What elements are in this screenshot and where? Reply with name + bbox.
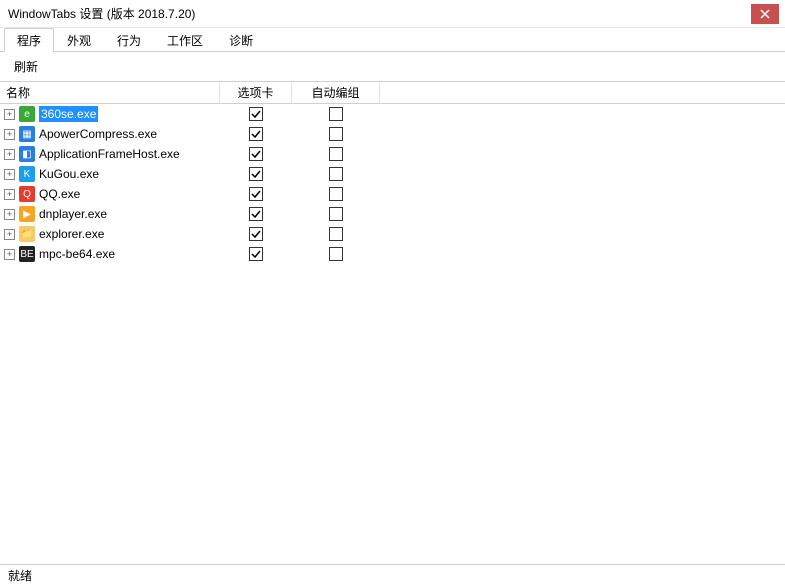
app-icon: ▦	[19, 126, 35, 142]
app-icon: BE	[19, 246, 35, 262]
table-row[interactable]: + K KuGou.exe	[0, 164, 785, 184]
cell-tab	[220, 147, 292, 161]
row-name: ApowerCompress.exe	[39, 127, 157, 141]
expander-icon[interactable]: +	[4, 229, 15, 240]
expander-icon[interactable]: +	[4, 249, 15, 260]
table-row[interactable]: + ▦ ApowerCompress.exe	[0, 124, 785, 144]
tab-3[interactable]: 工作区	[154, 28, 216, 51]
tab-0[interactable]: 程序	[4, 28, 54, 52]
table-row[interactable]: + e360se.exe	[0, 104, 785, 124]
cell-name: + ◧ ApplicationFrameHost.exe	[0, 146, 220, 162]
app-icon: K	[19, 166, 35, 182]
expander-icon[interactable]: +	[4, 189, 15, 200]
auto-checkbox[interactable]	[329, 187, 343, 201]
cell-auto	[292, 247, 380, 261]
table-row[interactable]: + BE mpc-be64.exe	[0, 244, 785, 264]
close-icon	[760, 9, 770, 19]
cell-tab	[220, 227, 292, 241]
cell-name: + K KuGou.exe	[0, 166, 220, 182]
cell-name: + ▦ ApowerCompress.exe	[0, 126, 220, 142]
auto-checkbox[interactable]	[329, 127, 343, 141]
tab-2[interactable]: 行为	[104, 28, 154, 51]
cell-auto	[292, 127, 380, 141]
close-button[interactable]	[751, 4, 779, 24]
expander-icon[interactable]: +	[4, 169, 15, 180]
app-icon: 📁	[19, 226, 35, 242]
rows-container: + e360se.exe + ▦ ApowerCompress.exe + ◧ Applica…	[0, 104, 785, 564]
tab-checkbox[interactable]	[249, 227, 263, 241]
column-header-tab[interactable]: 选项卡	[220, 82, 292, 103]
auto-checkbox[interactable]	[329, 107, 343, 121]
app-icon: e	[19, 106, 35, 122]
cell-name: + e360se.exe	[0, 106, 220, 122]
tab-bar: 程序外观行为工作区诊断	[0, 28, 785, 52]
row-name: mpc-be64.exe	[39, 247, 115, 261]
refresh-button[interactable]: 刷新	[8, 56, 44, 77]
row-name: KuGou.exe	[39, 167, 99, 181]
cell-tab	[220, 187, 292, 201]
expander-icon[interactable]: +	[4, 209, 15, 220]
table-row[interactable]: + ▶ dnplayer.exe	[0, 204, 785, 224]
tab-checkbox[interactable]	[249, 207, 263, 221]
app-icon: ▶	[19, 206, 35, 222]
app-icon: ◧	[19, 146, 35, 162]
content-area: 名称 选项卡 自动编组 + e360se.exe + ▦ ApowerCompress.…	[0, 82, 785, 564]
auto-checkbox[interactable]	[329, 147, 343, 161]
expander-icon[interactable]: +	[4, 109, 15, 120]
tab-checkbox[interactable]	[249, 127, 263, 141]
tab-checkbox[interactable]	[249, 167, 263, 181]
cell-tab	[220, 247, 292, 261]
tab-checkbox[interactable]	[249, 187, 263, 201]
column-header-name[interactable]: 名称	[0, 82, 220, 103]
cell-auto	[292, 167, 380, 181]
toolbar: 刷新	[0, 52, 785, 82]
cell-name: + 📁 explorer.exe	[0, 226, 220, 242]
app-icon: Q	[19, 186, 35, 202]
auto-checkbox[interactable]	[329, 207, 343, 221]
expander-icon[interactable]: +	[4, 129, 15, 140]
status-text: 就绪	[8, 567, 32, 584]
tab-1[interactable]: 外观	[54, 28, 104, 51]
cell-tab	[220, 107, 292, 121]
tab-4[interactable]: 诊断	[216, 28, 266, 51]
table-row[interactable]: + ◧ ApplicationFrameHost.exe	[0, 144, 785, 164]
cell-name: + BE mpc-be64.exe	[0, 246, 220, 262]
auto-checkbox[interactable]	[329, 167, 343, 181]
tab-checkbox[interactable]	[249, 107, 263, 121]
auto-checkbox[interactable]	[329, 247, 343, 261]
cell-name: + Q QQ.exe	[0, 186, 220, 202]
table-row[interactable]: + 📁 explorer.exe	[0, 224, 785, 244]
titlebar: WindowTabs 设置 (版本 2018.7.20)	[0, 0, 785, 28]
cell-auto	[292, 187, 380, 201]
table-row[interactable]: + Q QQ.exe	[0, 184, 785, 204]
row-name: 360se.exe	[39, 106, 98, 122]
column-header-auto[interactable]: 自动编组	[292, 82, 380, 103]
cell-tab	[220, 127, 292, 141]
auto-checkbox[interactable]	[329, 227, 343, 241]
row-name: QQ.exe	[39, 187, 80, 201]
expander-icon[interactable]: +	[4, 149, 15, 160]
tab-checkbox[interactable]	[249, 247, 263, 261]
tab-checkbox[interactable]	[249, 147, 263, 161]
column-headers: 名称 选项卡 自动编组	[0, 82, 785, 104]
cell-tab	[220, 207, 292, 221]
window-title: WindowTabs 设置 (版本 2018.7.20)	[8, 5, 195, 22]
cell-auto	[292, 107, 380, 121]
row-name: ApplicationFrameHost.exe	[39, 147, 180, 161]
cell-name: + ▶ dnplayer.exe	[0, 206, 220, 222]
row-name: dnplayer.exe	[39, 207, 107, 221]
statusbar: 就绪	[0, 564, 785, 586]
cell-auto	[292, 147, 380, 161]
cell-auto	[292, 207, 380, 221]
row-name: explorer.exe	[39, 227, 104, 241]
cell-auto	[292, 227, 380, 241]
cell-tab	[220, 167, 292, 181]
